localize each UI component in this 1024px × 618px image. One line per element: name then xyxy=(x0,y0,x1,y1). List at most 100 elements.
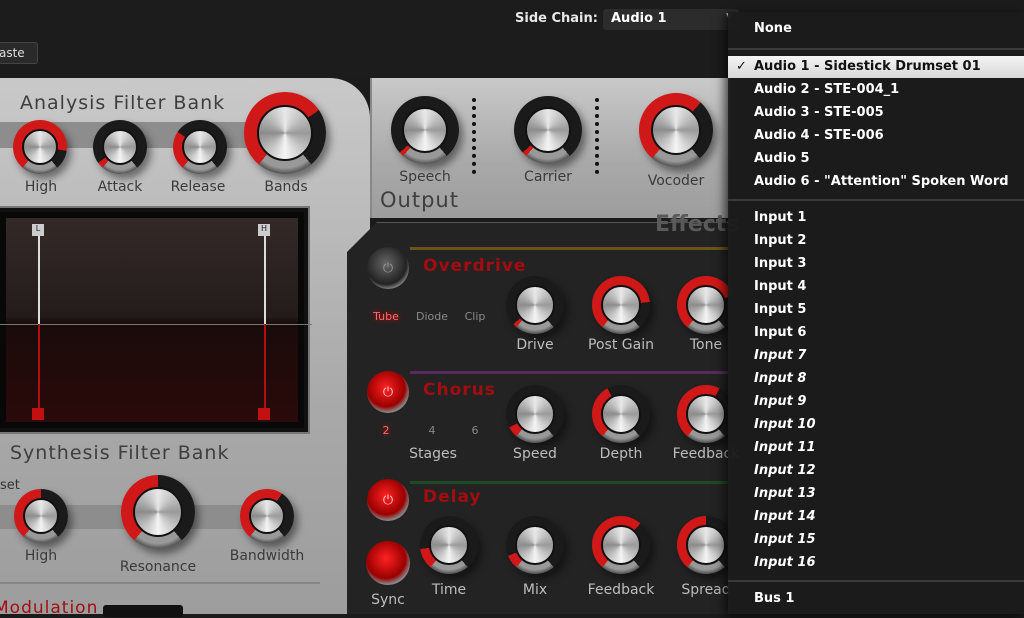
stage-4[interactable]: 4 xyxy=(429,424,436,437)
knob-label: Post Gain xyxy=(588,337,654,353)
menu-item[interactable]: Input 15 xyxy=(728,529,1024,551)
vocoder-knob[interactable] xyxy=(639,93,713,167)
attack-knob[interactable] xyxy=(93,120,147,174)
menu-item-label: Input 11 xyxy=(754,440,816,455)
knob-label: Mix xyxy=(522,582,548,598)
overdrive-power-button[interactable]: ⏻ xyxy=(367,247,409,289)
power-icon: ⏻ xyxy=(382,492,394,508)
menu-item-label: Audio 1 - Sidestick Drumset 01 xyxy=(754,59,981,74)
speed-knob[interactable] xyxy=(506,385,564,443)
menu-item[interactable]: Input 9 xyxy=(728,391,1024,413)
menu-item[interactable]: ✓ Audio 1 - Sidestick Drumset 01 xyxy=(728,56,1024,78)
knob-label: Speed xyxy=(513,446,557,462)
divider xyxy=(0,582,320,584)
knob-label: Time xyxy=(431,582,467,598)
stages-label: Stages xyxy=(409,446,457,462)
menu-item[interactable]: Audio 2 - STE-004_1 xyxy=(728,79,1024,101)
menu-item-label: Input 5 xyxy=(754,302,807,317)
release-knob[interactable] xyxy=(173,120,227,174)
knob-label: Resonance xyxy=(119,559,197,575)
analysis-display[interactable]: L H xyxy=(0,208,312,432)
delay-divider xyxy=(410,481,730,484)
knob-label: Spread xyxy=(681,582,731,598)
offset-label: set xyxy=(0,478,20,493)
tone-knob[interactable] xyxy=(677,276,735,334)
mode-tube[interactable]: Tube xyxy=(373,310,399,323)
modulation-title: Modulation xyxy=(0,598,99,618)
speech-knob[interactable] xyxy=(391,96,459,164)
menu-item-label: None xyxy=(754,21,792,36)
delay-feedback-knob[interactable] xyxy=(592,516,650,574)
menu-item[interactable]: Input 16 xyxy=(728,552,1024,574)
analysis-high-knob[interactable] xyxy=(13,120,67,174)
menu-item[interactable]: Audio 4 - STE-006 xyxy=(728,125,1024,147)
menu-item-label: Audio 2 - STE-004_1 xyxy=(754,82,900,97)
menu-item-label: Audio 5 xyxy=(754,151,810,166)
high-handle-bottom[interactable] xyxy=(258,408,270,420)
stage-6[interactable]: 6 xyxy=(472,424,479,437)
resonance-knob[interactable] xyxy=(121,475,195,549)
speech-meter xyxy=(472,98,476,174)
spread-knob[interactable] xyxy=(677,516,735,574)
menu-item[interactable]: Audio 6 - "Attention" Spoken Word xyxy=(728,171,1024,193)
overdrive-title: Overdrive xyxy=(423,256,527,276)
menu-item[interactable]: Input 12 xyxy=(728,460,1024,482)
menu-item[interactable]: Input 11 xyxy=(728,437,1024,459)
menu-item[interactable]: Input 13 xyxy=(728,483,1024,505)
menu-item-label: Input 8 xyxy=(754,371,807,386)
menu-item[interactable]: None xyxy=(728,18,1024,40)
menu-item[interactable]: Input 8 xyxy=(728,368,1024,390)
chorus-power-button[interactable]: ⏻ xyxy=(367,371,409,413)
delay-power-button[interactable]: ⏻ xyxy=(367,479,409,521)
drive-knob[interactable] xyxy=(506,276,564,334)
low-handle-bottom[interactable] xyxy=(32,408,44,420)
mode-clip[interactable]: Clip xyxy=(465,310,486,323)
menu-separator xyxy=(728,580,1024,582)
depth-knob[interactable] xyxy=(592,385,650,443)
low-marker-handle[interactable]: L xyxy=(32,224,44,236)
power-icon: ⏻ xyxy=(382,384,394,400)
knob-label: Attack xyxy=(97,179,143,195)
menu-item[interactable]: Input 6 xyxy=(728,322,1024,344)
menu-item[interactable]: Input 10 xyxy=(728,414,1024,436)
menu-item[interactable]: Input 7 xyxy=(728,345,1024,367)
menu-item[interactable]: Input 4 xyxy=(728,276,1024,298)
bandwidth-knob[interactable] xyxy=(240,489,294,543)
effects-title: Effects xyxy=(655,212,740,237)
mix-knob[interactable] xyxy=(506,516,564,574)
menu-item-label: Input 7 xyxy=(754,348,807,363)
side-chain-menu: None ✓ Audio 1 - Sidestick Drumset 01 Audio… xyxy=(728,12,1024,614)
post-gain-knob[interactable] xyxy=(592,276,650,334)
synthesis-high-knob[interactable] xyxy=(14,489,68,543)
time-knob[interactable] xyxy=(420,516,478,574)
stage-2[interactable]: 2 xyxy=(383,424,390,437)
paste-button[interactable]: aste xyxy=(0,42,38,64)
menu-item[interactable]: Input 3 xyxy=(728,253,1024,275)
bands-knob[interactable] xyxy=(244,92,326,174)
knob-label: Vocoder xyxy=(647,173,705,189)
side-chain-label: Side Chain: xyxy=(515,11,598,26)
overdrive-divider xyxy=(410,247,730,250)
menu-item[interactable]: Audio 3 - STE-005 xyxy=(728,102,1024,124)
menu-item-label: Input 9 xyxy=(754,394,807,409)
mode-diode[interactable]: Diode xyxy=(416,310,448,323)
knob-label: Release xyxy=(170,179,226,195)
modulation-display[interactable] xyxy=(103,605,183,617)
high-marker-handle[interactable]: H xyxy=(258,224,270,236)
chorus-feedback-knob[interactable] xyxy=(677,385,735,443)
menu-item[interactable]: Audio 5 xyxy=(728,148,1024,170)
menu-item-label: Audio 4 - STE-006 xyxy=(754,128,884,143)
menu-item[interactable]: Bus 1 xyxy=(728,588,1024,610)
knob-label: Drive xyxy=(516,337,554,353)
sync-button[interactable] xyxy=(366,541,410,585)
output-title: Output xyxy=(380,188,459,212)
carrier-knob[interactable] xyxy=(514,96,582,164)
knob-label: Bands xyxy=(264,179,308,195)
menu-item[interactable]: Input 5 xyxy=(728,299,1024,321)
side-chain-select[interactable]: Audio 1▼ xyxy=(603,9,739,30)
menu-item[interactable]: Input 1 xyxy=(728,207,1024,229)
menu-item[interactable]: Input 2 xyxy=(728,230,1024,252)
sync-label: Sync xyxy=(371,592,405,608)
menu-item[interactable]: Input 14 xyxy=(728,506,1024,528)
knob-label: Depth xyxy=(599,446,643,462)
